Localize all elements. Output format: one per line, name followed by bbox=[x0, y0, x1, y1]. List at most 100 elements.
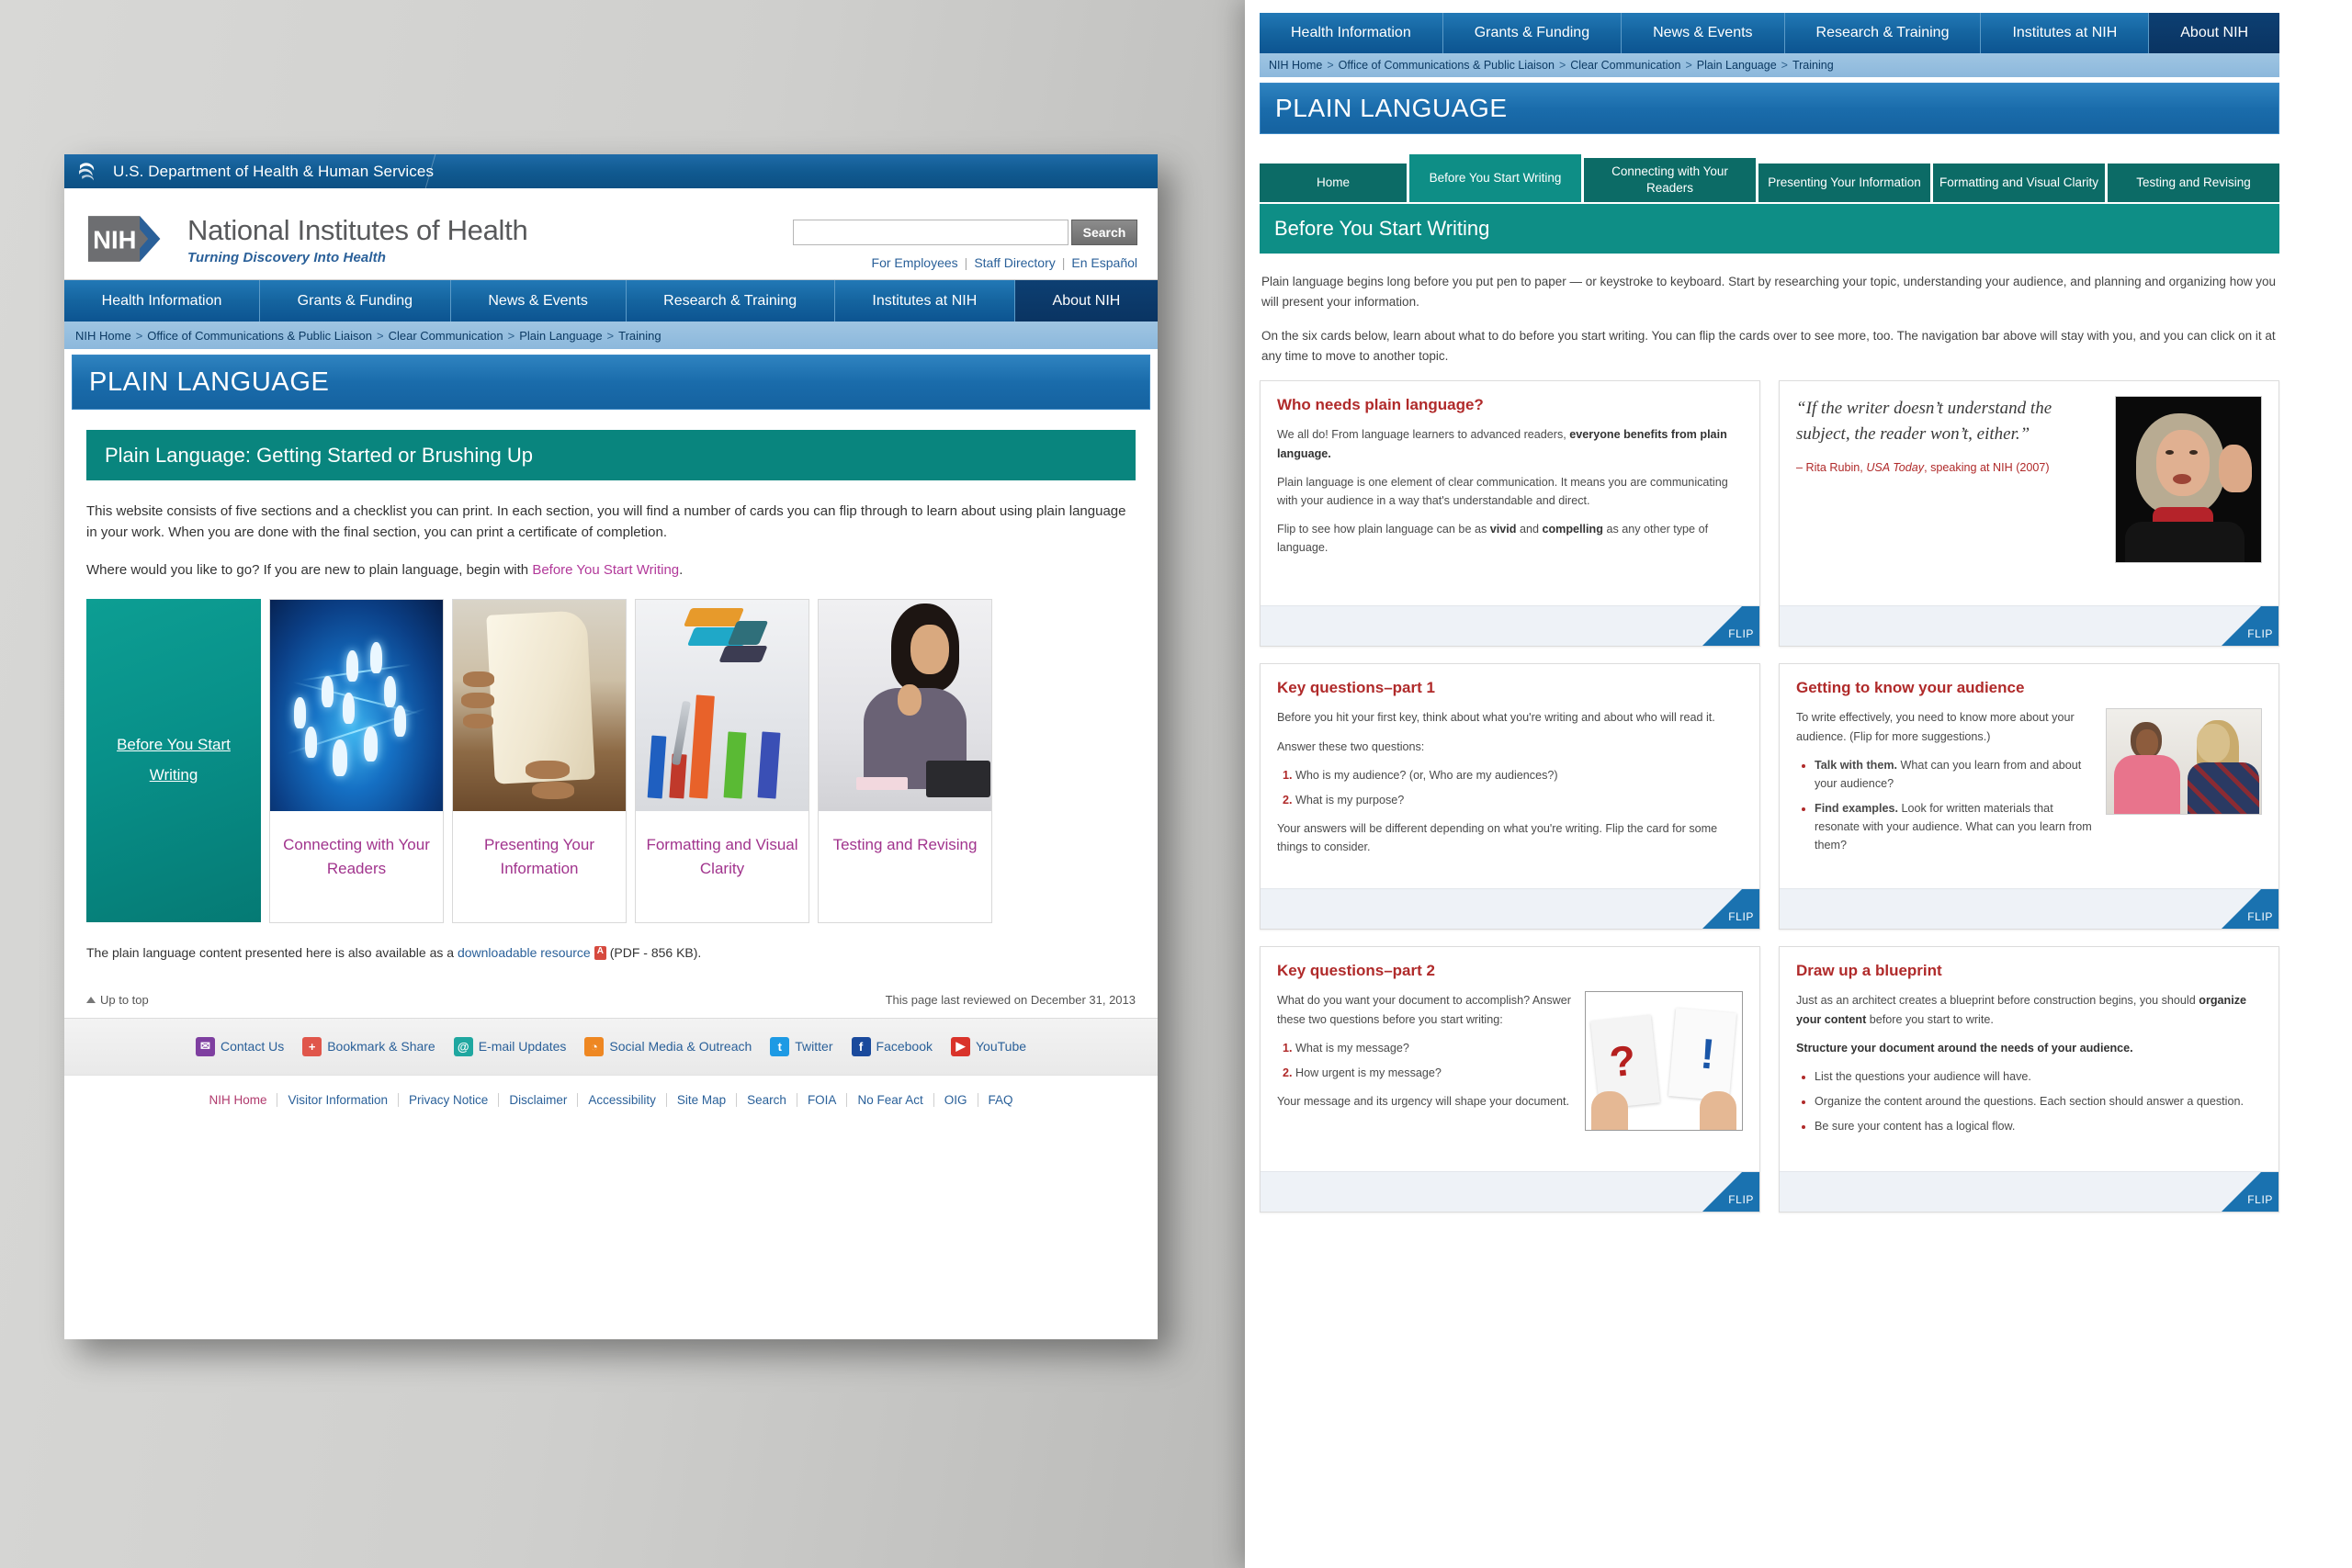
header-link-en-espanol[interactable]: En Español bbox=[1071, 255, 1137, 270]
torso-shape bbox=[2188, 762, 2259, 815]
card-title: Getting to know your audience bbox=[1796, 679, 2025, 697]
up-to-top-link[interactable]: Up to top bbox=[86, 993, 149, 1007]
flip-card-key-questions-part-1[interactable]: Key questions–part 1 Before you hit your… bbox=[1260, 663, 1760, 931]
section-card-presenting-your-information[interactable]: Presenting Your Information bbox=[452, 598, 627, 923]
person-figure bbox=[370, 641, 383, 673]
hhs-banner[interactable]: U.S. Department of Health & Human Servic… bbox=[64, 154, 1158, 188]
person-figure bbox=[384, 675, 397, 707]
right-nav-item-institutes-at-nih[interactable]: Institutes at NIH bbox=[1981, 13, 2150, 53]
social-label: Contact Us bbox=[220, 1039, 285, 1055]
social-label: Social Media & Outreach bbox=[609, 1039, 752, 1055]
header-link-for-employees[interactable]: For Employees bbox=[872, 255, 958, 270]
nav-item-news-events[interactable]: News & Events bbox=[450, 280, 627, 321]
right-nav-item-grants-funding[interactable]: Grants & Funding bbox=[1442, 13, 1623, 53]
list-item: Organize the content around the question… bbox=[1815, 1092, 2262, 1111]
footer-link-privacy-notice[interactable]: Privacy Notice bbox=[399, 1092, 500, 1107]
social-contact-us[interactable]: ✉ Contact Us bbox=[195, 1036, 285, 1056]
tab-testing-and-revising[interactable]: Testing and Revising bbox=[2108, 164, 2279, 202]
nav-item-research-training[interactable]: Research & Training bbox=[626, 280, 835, 321]
footer-link-visitor-information[interactable]: Visitor Information bbox=[277, 1092, 400, 1107]
breadcrumb-nih-home[interactable]: NIH Home bbox=[75, 329, 131, 343]
flip-card-draw-up-a-blueprint[interactable]: Draw up a blueprint Just as an architect… bbox=[1779, 946, 2279, 1213]
footer-link-accessibility[interactable]: Accessibility bbox=[578, 1092, 667, 1107]
notepad-shape bbox=[856, 776, 909, 790]
paper-shape bbox=[486, 609, 596, 784]
tab-home[interactable]: Home bbox=[1260, 164, 1407, 202]
social-email-updates[interactable]: @ E-mail Updates bbox=[453, 1036, 566, 1056]
torso-shape bbox=[2125, 522, 2245, 563]
footer-link-faq[interactable]: FAQ bbox=[978, 1093, 1023, 1107]
right-nav-item-research-training[interactable]: Research & Training bbox=[1784, 13, 1982, 53]
card-footer: FLIP bbox=[1261, 1171, 1759, 1213]
card-ordered-list: Who is my audience? (or, Who are my audi… bbox=[1277, 766, 1743, 809]
footer-link-disclaimer[interactable]: Disclaimer bbox=[499, 1092, 579, 1107]
tab-before-you-start-writing[interactable]: Before You Start Writing bbox=[1409, 154, 1581, 202]
downloadable-resource-link[interactable]: downloadable resource bbox=[458, 945, 591, 960]
footer-link-search[interactable]: Search bbox=[737, 1092, 797, 1107]
nav-item-grants-funding[interactable]: Grants & Funding bbox=[260, 280, 451, 321]
right-nav-item-health-information[interactable]: Health Information bbox=[1260, 13, 1443, 53]
before-you-start-writing-link[interactable]: Before You Start Writing bbox=[532, 562, 679, 578]
social-twitter[interactable]: t Twitter bbox=[770, 1036, 833, 1056]
right-intro-paragraph-2: On the six cards below, learn about what… bbox=[1261, 329, 2276, 363]
site-tagline: Turning Discovery Into Health bbox=[187, 250, 386, 266]
breadcrumb-ocpl[interactable]: Office of Communications & Public Liaiso… bbox=[147, 329, 372, 343]
search-input[interactable] bbox=[793, 220, 1069, 245]
nih-logo[interactable]: NIH National Institutes of Health Turnin… bbox=[85, 209, 528, 269]
tab-formatting-and-visual-clarity[interactable]: Formatting and Visual Clarity bbox=[1933, 164, 2105, 202]
footer-link-foia[interactable]: FOIA bbox=[797, 1092, 848, 1107]
right-page-title: PLAIN LANGUAGE bbox=[1275, 94, 1508, 122]
section-card-connecting-with-your-readers[interactable]: Connecting with Your Readers bbox=[269, 598, 444, 923]
social-youtube[interactable]: ▶ YouTube bbox=[951, 1036, 1026, 1056]
flip-card-key-questions-part-2[interactable]: Key questions–part 2 ? ! What do you wan… bbox=[1260, 946, 1760, 1213]
social-facebook[interactable]: f Facebook bbox=[851, 1036, 933, 1056]
svg-text:NIH: NIH bbox=[93, 225, 136, 254]
pen-shape bbox=[672, 700, 692, 766]
nav-item-health-information[interactable]: Health Information bbox=[64, 280, 261, 321]
flip-card-who-needs-plain-language[interactable]: Who needs plain language? We all do! Fro… bbox=[1260, 380, 1760, 648]
nav-item-institutes-at-nih[interactable]: Institutes at NIH bbox=[834, 280, 1015, 321]
social-bookmark-share[interactable]: + Bookmark & Share bbox=[302, 1036, 435, 1056]
footer-link-no-fear-act[interactable]: No Fear Act bbox=[847, 1092, 934, 1107]
card-title: Key questions–part 2 bbox=[1277, 962, 1435, 980]
flip-card-quote-rita-rubin[interactable]: “If the writer doesn’t understand the su… bbox=[1779, 380, 2279, 648]
breadcrumb-clear-communication[interactable]: Clear Communication bbox=[389, 329, 503, 343]
flip-card-getting-to-know-your-audience[interactable]: Getting to know your audience To write e… bbox=[1779, 663, 2279, 931]
person-figure bbox=[342, 692, 355, 724]
tab-connecting-with-your-readers[interactable]: Connecting with Your Readers bbox=[1584, 157, 1756, 202]
section-card-label: Before You Start Writing bbox=[117, 736, 231, 784]
section-card-formatting-and-visual-clarity[interactable]: Formatting and Visual Clarity bbox=[635, 598, 809, 923]
attr-text: – Rita Rubin, bbox=[1796, 461, 1867, 475]
footer-link-nih-home[interactable]: NIH Home bbox=[198, 1092, 278, 1107]
nav-item-about-nih[interactable]: About NIH bbox=[1014, 280, 1159, 321]
right-breadcrumb-nih-home[interactable]: NIH Home bbox=[1269, 59, 1322, 72]
hand-shape bbox=[2219, 445, 2252, 493]
right-breadcrumb-plain-language[interactable]: Plain Language bbox=[1697, 59, 1777, 72]
finger-shape bbox=[463, 713, 494, 728]
page-title: PLAIN LANGUAGE bbox=[89, 367, 330, 397]
right-nav-item-news-events[interactable]: News & Events bbox=[1622, 13, 1785, 53]
hand-shape bbox=[1700, 1091, 1736, 1131]
card-footer: FLIP bbox=[1261, 605, 1759, 647]
section-card-testing-and-revising[interactable]: Testing and Revising bbox=[818, 598, 992, 923]
intro-paragraph-1: This website consists of five sections a… bbox=[86, 503, 1126, 541]
right-nav-item-about-nih[interactable]: About NIH bbox=[2149, 13, 2280, 53]
right-breadcrumb-clear-communication[interactable]: Clear Communication bbox=[1570, 59, 1680, 72]
bullet-bold: Find examples. bbox=[1815, 801, 1898, 815]
footer-link-site-map[interactable]: Site Map bbox=[667, 1092, 738, 1107]
section-heading: Plain Language: Getting Started or Brush… bbox=[105, 443, 533, 467]
social-bar: ✉ Contact Us + Bookmark & Share @ E-mail Up… bbox=[64, 1017, 1158, 1075]
breadcrumb-plain-language[interactable]: Plain Language bbox=[519, 329, 602, 343]
tab-presenting-your-information[interactable]: Presenting Your Information bbox=[1758, 164, 1930, 202]
search-button[interactable]: Search bbox=[1071, 220, 1137, 245]
right-breadcrumb-ocpl[interactable]: Office of Communications & Public Liaiso… bbox=[1339, 59, 1555, 72]
footer-link-oig[interactable]: OIG bbox=[934, 1092, 978, 1107]
page-title-banner: PLAIN LANGUAGE bbox=[72, 355, 1150, 410]
section-card-label: Testing and Revising bbox=[832, 835, 978, 853]
finger-shape bbox=[463, 671, 495, 687]
breadcrumb-separator: > bbox=[377, 328, 384, 343]
section-card-before-you-start-writing[interactable]: Before You Start Writing bbox=[86, 598, 261, 922]
social-media-outreach[interactable]: ◔ Social Media & Outreach bbox=[584, 1036, 752, 1056]
header-link-staff-directory[interactable]: Staff Directory bbox=[974, 255, 1055, 270]
card-body: Key questions–part 2 ? ! What do you wan… bbox=[1261, 947, 1759, 1171]
